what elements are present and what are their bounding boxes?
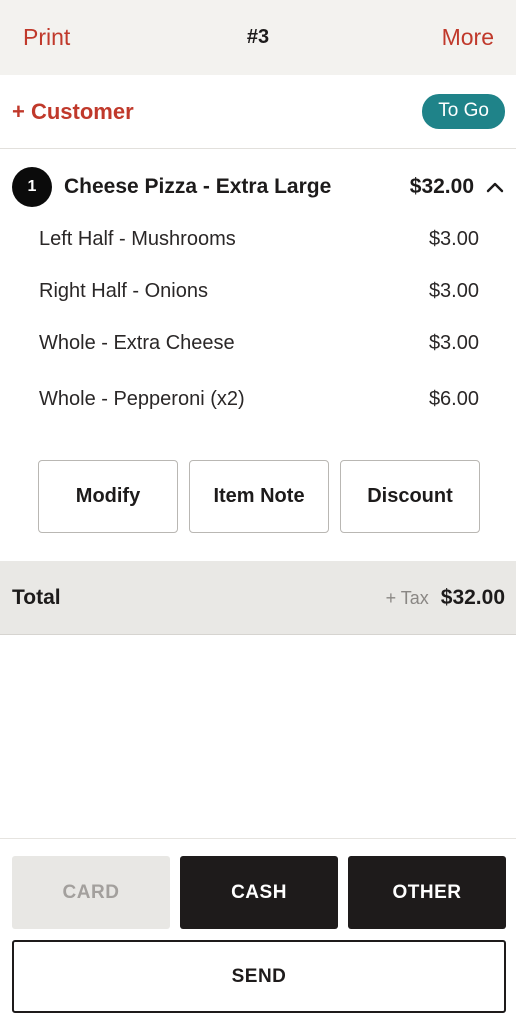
modifier-label: Whole - Pepperoni (x2) [39,387,245,410]
other-button[interactable]: OTHER [348,856,506,929]
payment-footer: CARD CASH OTHER SEND [0,838,516,1024]
item-note-button[interactable]: Item Note [189,460,329,533]
item-price: $32.00 [409,175,474,198]
modifier-label: Right Half - Onions [39,279,208,302]
total-row: Total + Tax $32.00 [0,561,516,635]
modifier-price: $6.00 [428,387,479,410]
modifier-price: $3.00 [428,279,479,302]
chevron-up-icon[interactable] [484,176,506,198]
modifier-list: Left Half - Mushrooms $3.00 Right Half -… [39,226,479,412]
total-values: + Tax $32.00 [386,586,505,610]
modifier-row: Whole - Pepperoni (x2) $6.00 [39,386,479,412]
modifier-price: $3.00 [428,331,479,354]
order-number: #3 [246,26,270,48]
tax-label: + Tax [385,587,429,608]
discount-button[interactable]: Discount [340,460,480,533]
modifier-label: Whole - Extra Cheese [39,331,235,354]
item-actions: Modify Item Note Discount [38,460,480,533]
more-button[interactable]: More [442,24,494,51]
card-button[interactable]: CARD [12,856,170,929]
top-bar: Print #3 More [0,0,516,75]
modify-button[interactable]: Modify [38,460,178,533]
add-customer-button[interactable]: + Customer [12,99,134,125]
order-type-toggle[interactable]: To Go [422,94,505,129]
total-amount: $32.00 [440,585,505,609]
modifier-label: Left Half - Mushrooms [39,227,236,250]
payment-methods: CARD CASH OTHER [12,856,506,929]
total-label: Total [12,585,61,609]
quantity-badge: 1 [12,167,52,207]
modifier-price: $3.00 [428,227,479,250]
print-button[interactable]: Print [23,24,70,51]
item-name: Cheese Pizza - Extra Large [64,175,332,198]
customer-row: + Customer To Go [0,75,516,149]
cash-button[interactable]: CASH [180,856,338,929]
line-item-header[interactable]: 1 Cheese Pizza - Extra Large $32.00 [12,167,506,207]
modifier-row: Right Half - Onions $3.00 [39,278,479,304]
modifier-row: Left Half - Mushrooms $3.00 [39,226,479,252]
modifier-row: Whole - Extra Cheese $3.00 [39,330,479,356]
send-button[interactable]: SEND [12,940,506,1013]
